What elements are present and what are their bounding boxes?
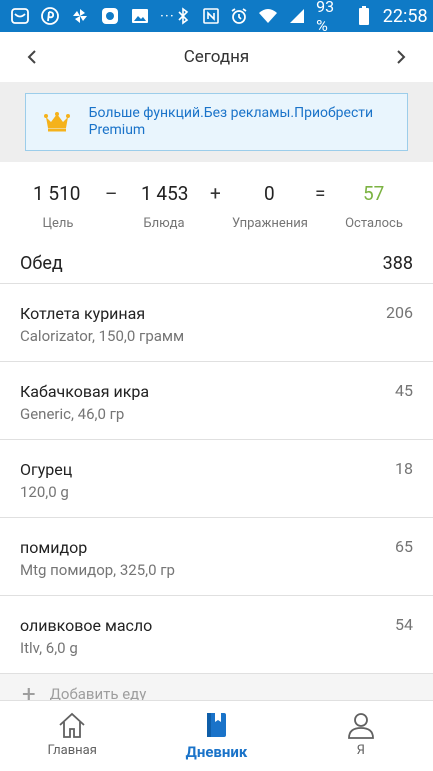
meal-name: Обед <box>20 253 63 274</box>
food-description: Itlv, 6,0 g <box>20 639 78 657</box>
food-entry[interactable]: Огурец 120,0 g 18 <box>0 440 433 518</box>
food-calories: 206 <box>386 303 413 322</box>
more-notifications-icon: ··· <box>160 7 175 25</box>
crown-icon <box>26 112 89 132</box>
chevron-right-icon <box>397 50 406 64</box>
previous-day-button[interactable] <box>18 43 46 71</box>
page-title: Сегодня <box>183 47 250 67</box>
food-calories: 65 <box>395 537 413 556</box>
food-description: Mtg помидор, 325,0 гр <box>20 561 175 579</box>
battery-percentage: 93 % <box>316 0 335 35</box>
bluetooth-icon <box>175 6 192 26</box>
remaining-label: Осталось <box>345 216 403 231</box>
calorie-summary: 1 510 Цель – 1 453 Блюда + 0 Упражнения … <box>0 162 433 244</box>
clock: 22:58 <box>382 5 428 27</box>
tab-diary-label: Дневник <box>185 743 248 761</box>
food-description: Generic, 46,0 гр <box>20 405 125 423</box>
food-calories: 54 <box>395 615 413 634</box>
food-entry[interactable]: оливковое масло Itlv, 6,0 g 54 <box>0 596 433 674</box>
app-badge-icon <box>100 6 120 26</box>
next-day-button[interactable] <box>387 43 415 71</box>
food-calories: 18 <box>395 459 413 478</box>
equals-operator: = <box>315 182 326 205</box>
meal-total-calories: 388 <box>382 253 413 274</box>
alarm-icon <box>230 6 248 26</box>
food-name: помидор <box>20 538 88 557</box>
food-value: 1 453 <box>141 182 189 205</box>
chevron-left-icon <box>27 50 36 64</box>
food-description: 120,0 g <box>20 483 69 501</box>
food-entry[interactable]: Котлета куриная Calorizator, 150,0 грамм… <box>0 284 433 362</box>
premium-banner-text: Больше функций.Без рекламы.Приобрести Pr… <box>88 105 374 138</box>
remaining-value: 57 <box>363 182 385 205</box>
image-icon <box>130 6 150 26</box>
tab-diary[interactable]: Дневник <box>144 701 288 771</box>
pinwheel-icon <box>70 6 90 26</box>
food-calories: 45 <box>395 381 413 400</box>
nfc-icon <box>202 6 220 26</box>
food-entry[interactable]: помидор Mtg помидор, 325,0 гр 65 <box>0 518 433 596</box>
plus-operator: + <box>210 182 221 205</box>
bottom-navigation: Главная Дневник Я <box>0 700 433 771</box>
food-name: Огурец <box>20 460 73 479</box>
diary-book-icon <box>207 713 227 737</box>
promo-area: Больше функций.Без рекламы.Приобрести Pr… <box>0 82 433 162</box>
home-icon <box>59 712 85 738</box>
tab-home-label: Главная <box>47 743 97 758</box>
food-name: Кабачковая икра <box>20 382 150 401</box>
premium-banner[interactable]: Больше функций.Без рекламы.Приобрести Pr… <box>25 93 408 151</box>
signal-icon <box>288 6 306 26</box>
mail-icon <box>10 6 30 26</box>
meal-header[interactable]: Обед 388 <box>0 244 433 284</box>
food-description: Calorizator, 150,0 грамм <box>20 327 185 345</box>
tab-me[interactable]: Я <box>289 701 433 771</box>
goal-value: 1 510 <box>33 182 81 205</box>
minus-operator: – <box>105 182 118 205</box>
diary-list[interactable]: Обед 388 Котлета куриная Calorizator, 15… <box>0 244 433 700</box>
exercise-value: 0 <box>264 182 275 205</box>
person-icon <box>347 713 374 739</box>
food-name: Котлета куриная <box>20 304 146 323</box>
add-food-label: Добавить еду <box>49 685 147 700</box>
pinterest-icon <box>40 6 60 26</box>
wifi-icon <box>258 6 278 26</box>
food-entry[interactable]: Кабачковая икра Generic, 46,0 гр 45 <box>0 362 433 440</box>
date-header: Сегодня <box>0 32 433 82</box>
food-name: оливковое масло <box>20 616 153 635</box>
status-bar: ··· 93 % 22:58 <box>0 0 433 35</box>
plus-icon: + <box>22 680 36 700</box>
tab-home[interactable]: Главная <box>0 701 144 771</box>
tab-me-label: Я <box>356 743 365 758</box>
add-food-button[interactable]: + Добавить еду <box>0 674 433 700</box>
battery-icon <box>355 6 372 26</box>
